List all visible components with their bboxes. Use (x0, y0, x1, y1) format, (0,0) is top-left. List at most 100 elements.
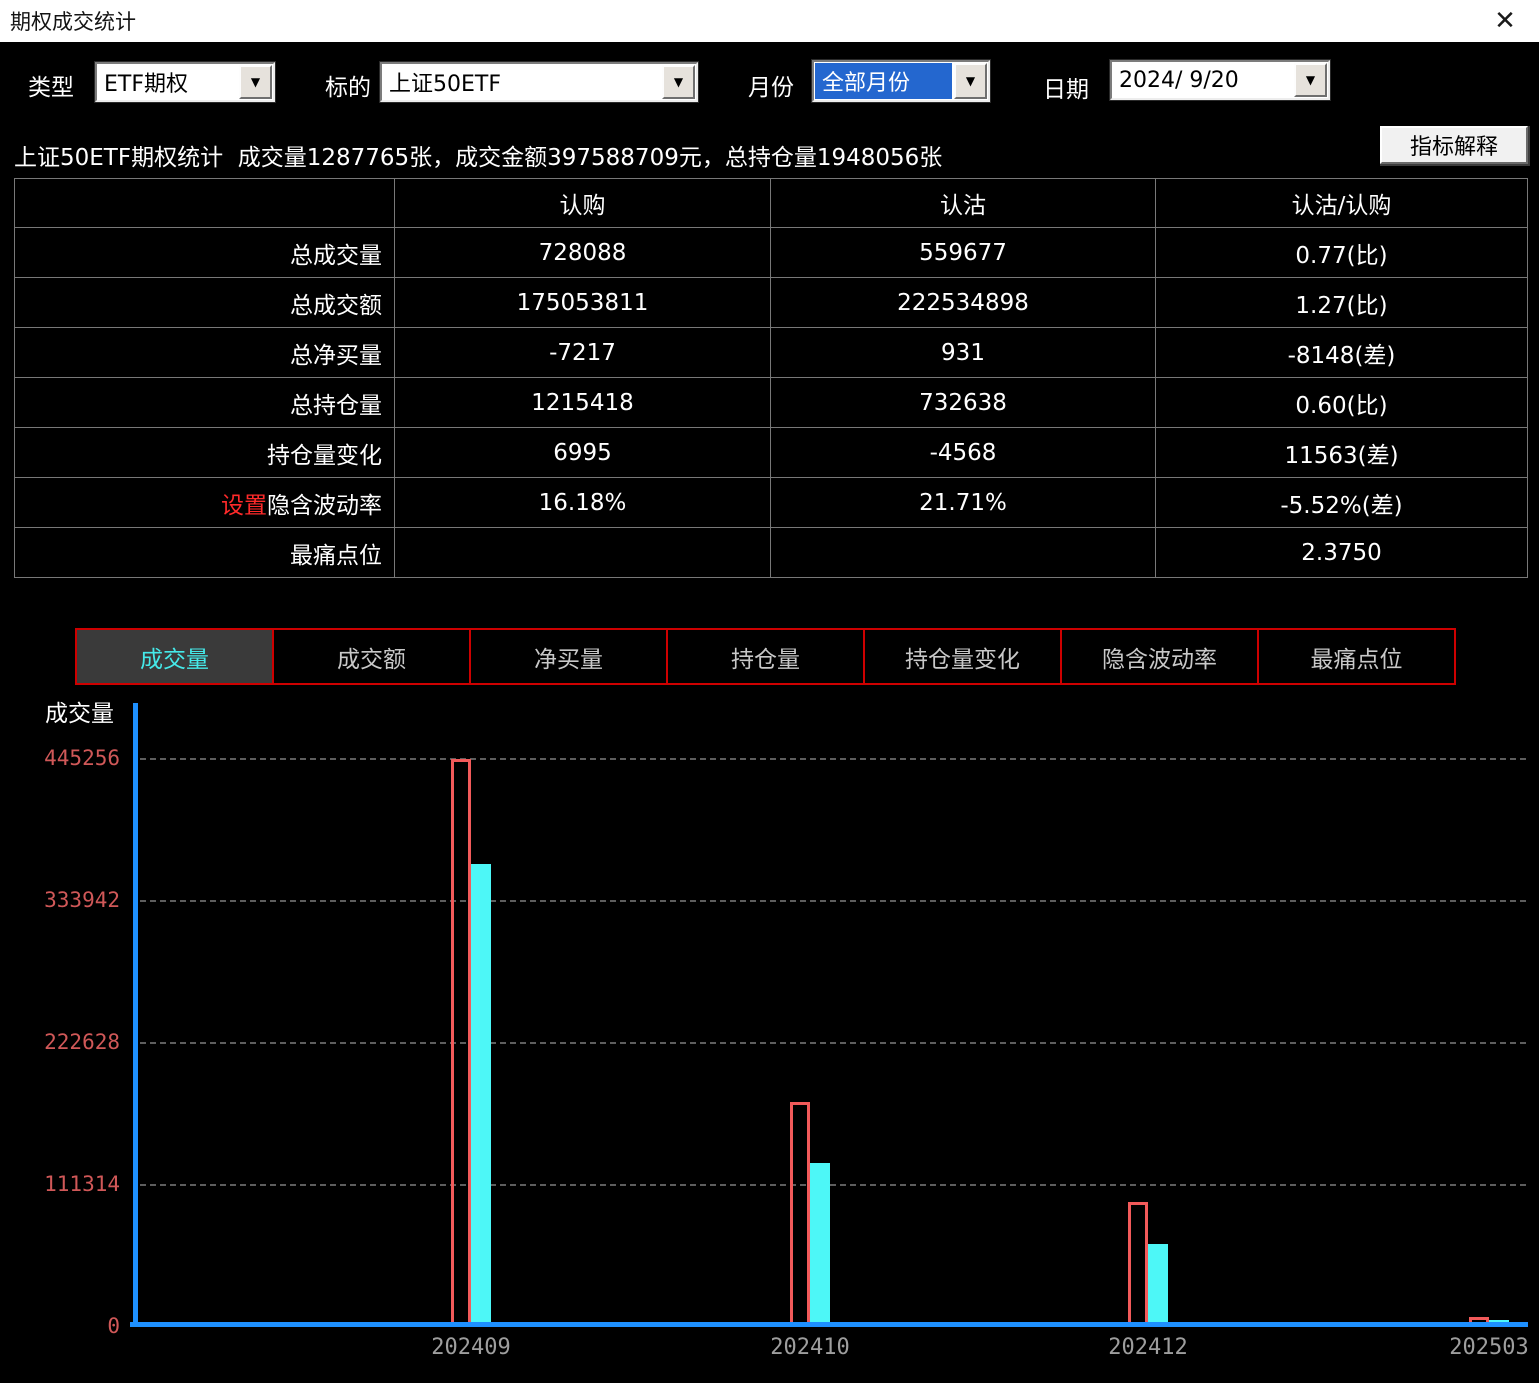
table-row: 总持仓量 12154187326380.60(比) (15, 377, 1527, 427)
row-label: 总成交量 (290, 236, 382, 270)
gridline (140, 1042, 1526, 1044)
stats-table: 认购认沽认沽/认购总成交量 7280885596770.77(比) 总成交额 1750… (14, 178, 1528, 578)
x-tick-label: 202410 (740, 1335, 880, 1360)
bar-认购-202410 (790, 1102, 810, 1327)
settings-link[interactable]: 设置 (221, 486, 267, 520)
tab-oi-change[interactable]: 持仓量变化 (863, 628, 1062, 685)
call-value: -7217 (394, 328, 770, 377)
y-axis (133, 703, 138, 1327)
x-tick-label: 202409 (401, 1335, 541, 1360)
tab-net-buy[interactable]: 净买量 (469, 628, 668, 685)
put-value: 559677 (770, 228, 1155, 277)
close-icon[interactable]: ✕ (1487, 4, 1523, 38)
row-label-cell: 总成交额 (15, 278, 394, 327)
x-tick-label: 202503 (1419, 1335, 1539, 1360)
table-row: 最痛点位 2.3750 (15, 527, 1527, 577)
chevron-down-icon[interactable]: ▼ (1294, 63, 1327, 97)
title-bar: 期权成交统计 ✕ (0, 0, 1539, 42)
row-label: 持仓量变化 (267, 436, 382, 470)
y-tick-label: 0 (20, 1314, 120, 1338)
ratio-value: -8148(差) (1155, 328, 1527, 377)
table-row: 总净买量 -7217931-8148(差) (15, 327, 1527, 377)
column-header: 认沽/认购 (1155, 179, 1527, 227)
call-value: 6995 (394, 428, 770, 477)
ratio-value: 2.3750 (1155, 528, 1527, 577)
x-axis (130, 1322, 1528, 1327)
tab-open-interest[interactable]: 持仓量 (666, 628, 865, 685)
call-value: 1215418 (394, 378, 770, 427)
row-label: 隐含波动率 (267, 486, 382, 520)
table-row: 总成交量 7280885596770.77(比) (15, 227, 1527, 277)
row-label-cell: 总净买量 (15, 328, 394, 377)
call-value (394, 528, 770, 577)
row-label-cell: 总成交量 (15, 228, 394, 277)
volume-chart: 成交量 0 111314 222628 333942 445256 202409 20241… (0, 690, 1539, 1383)
type-select-value: ETF期权 (97, 64, 238, 100)
date-picker[interactable]: 2024/ 9/20 ▼ (1110, 60, 1330, 100)
underlying-select[interactable]: 上证50ETF ▼ (380, 62, 698, 102)
y-tick-label: 445256 (20, 746, 120, 770)
tab-implied-volatility[interactable]: 隐含波动率 (1060, 628, 1259, 685)
type-label: 类型 (28, 68, 74, 102)
table-header-row: 认购认沽认沽/认购 (15, 179, 1527, 227)
options-statistics-window: 期权成交统计 ✕ 类型 ETF期权 ▼ 标的 上证50ETF ▼ 月份 全部月份… (0, 0, 1539, 1383)
gridline (140, 900, 1526, 902)
row-label: 总持仓量 (290, 386, 382, 420)
bar-认购-202412 (1128, 1202, 1148, 1327)
column-header: 认购 (394, 179, 770, 227)
gridline (140, 1184, 1526, 1186)
month-select-value: 全部月份 (815, 63, 952, 99)
chevron-down-icon[interactable]: ▼ (662, 65, 695, 99)
tab-volume[interactable]: 成交量 (75, 628, 274, 685)
column-header: 认沽 (770, 179, 1155, 227)
tab-turnover[interactable]: 成交额 (272, 628, 471, 685)
chevron-down-icon[interactable]: ▼ (239, 65, 272, 99)
chart-tabs: 成交量成交额净买量持仓量持仓量变化隐含波动率最痛点位 (75, 628, 1456, 685)
table-row: 总成交额 1750538112225348981.27(比) (15, 277, 1527, 327)
y-tick-label: 111314 (20, 1172, 120, 1196)
y-tick-label: 222628 (20, 1030, 120, 1054)
chart-title: 成交量 (45, 694, 114, 728)
row-label-cell: 最痛点位 (15, 528, 394, 577)
ratio-value: 1.27(比) (1155, 278, 1527, 327)
put-value: 931 (770, 328, 1155, 377)
indicator-explain-button[interactable]: 指标解释 (1380, 126, 1528, 164)
row-label-cell: 设置隐含波动率 (15, 478, 394, 527)
x-tick-label: 202412 (1078, 1335, 1218, 1360)
underlying-label: 标的 (325, 68, 371, 102)
window-title: 期权成交统计 (10, 6, 136, 36)
column-header (15, 179, 394, 227)
row-label: 总成交额 (290, 286, 382, 320)
bar-认购-202409 (451, 759, 471, 1327)
put-value: 732638 (770, 378, 1155, 427)
row-label: 最痛点位 (290, 536, 382, 570)
bar-认沽-202410 (810, 1163, 830, 1327)
call-value: 175053811 (394, 278, 770, 327)
call-value: 16.18% (394, 478, 770, 527)
table-row: 持仓量变化6995-456811563(差) (15, 427, 1527, 477)
chevron-down-icon[interactable]: ▼ (954, 63, 987, 99)
gridline (140, 758, 1526, 760)
row-label: 总净买量 (290, 336, 382, 370)
call-value: 728088 (394, 228, 770, 277)
type-select[interactable]: ETF期权 ▼ (95, 62, 275, 102)
row-label-cell: 持仓量变化 (15, 428, 394, 477)
date-label: 日期 (1043, 70, 1089, 104)
ratio-value: 0.77(比) (1155, 228, 1527, 277)
ratio-value: -5.52%(差) (1155, 478, 1527, 527)
bar-认沽-202409 (471, 864, 491, 1327)
summary-text: 上证50ETF期权统计 成交量1287765张，成交金额397588709元，总… (14, 138, 942, 172)
bar-认沽-202412 (1148, 1244, 1168, 1327)
tab-max-pain[interactable]: 最痛点位 (1257, 628, 1456, 685)
y-tick-label: 333942 (20, 888, 120, 912)
put-value: 222534898 (770, 278, 1155, 327)
month-label: 月份 (748, 68, 794, 102)
put-value: 21.71% (770, 478, 1155, 527)
put-value (770, 528, 1155, 577)
row-label-cell: 总持仓量 (15, 378, 394, 427)
put-value: -4568 (770, 428, 1155, 477)
month-select[interactable]: 全部月份 ▼ (812, 60, 990, 102)
underlying-select-value: 上证50ETF (382, 64, 661, 100)
ratio-value: 0.60(比) (1155, 378, 1527, 427)
date-picker-value: 2024/ 9/20 (1112, 62, 1293, 98)
